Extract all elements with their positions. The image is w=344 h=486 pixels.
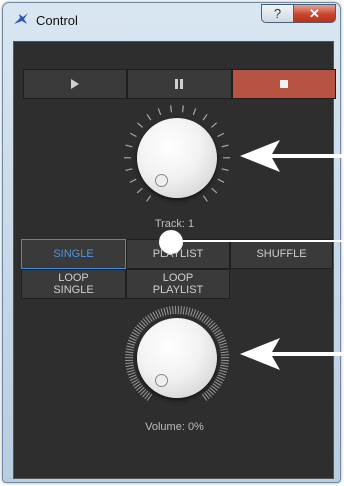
knob-tick [217,337,225,342]
knob-tick [220,354,229,356]
track-label: Track: 1 [154,218,195,230]
knob-tick [160,308,164,317]
knob-tick [126,367,135,370]
knob-tick [182,306,185,315]
knob-tick [211,187,218,194]
knob-tick [221,144,229,148]
knob-tick [157,309,162,318]
knob-tick [187,307,191,316]
knob-tick [220,364,229,367]
window-title: Control [36,13,78,28]
mode-loop-playlist-button[interactable]: LOOP PLAYLIST [126,269,230,299]
track-knob[interactable] [117,98,237,218]
knob-tick [192,108,197,116]
title-bar[interactable]: Control ? ✕ [3,3,340,35]
knob-tick [217,374,226,379]
knob-tick [210,122,217,128]
play-button[interactable] [23,69,128,99]
knob-tick [127,342,135,346]
knob-tick [157,108,162,116]
knob-tick [137,122,144,128]
knob-tick [127,339,136,344]
knob-tick [181,105,184,113]
knob-tick [125,168,133,172]
knob-tick [217,178,225,183]
knob-tick [155,310,160,319]
control-window: Control ? ✕ Track: 1 SINGLE PLAYLIST SHU… [0,0,344,486]
knob-tick [202,113,208,121]
pause-icon [175,79,184,89]
track-knob-arrow [240,140,344,172]
knob-tick [125,348,134,351]
knob-tick [185,306,188,315]
knob-tick [125,364,134,367]
knob-tick [129,132,137,138]
knob-indicator [155,174,168,187]
knob-tick [218,371,227,376]
knob-tick [220,351,229,354]
track-knob-face[interactable] [137,118,217,198]
app-icon [14,13,28,24]
knob-tick [217,132,225,138]
knob-tick [192,309,197,318]
knob-tick [126,369,135,373]
knob-tick [166,306,169,315]
knob-tick [127,371,136,376]
volume-knob-face[interactable] [137,318,217,398]
mode-pointer-line [172,240,344,242]
knob-tick [136,187,143,194]
knob-tick [169,306,172,315]
knob-tick [146,195,152,202]
knob-tick [218,339,227,344]
knob-tick [146,113,152,121]
volume-knob-arrow [240,338,344,370]
mode-loop-single-button[interactable]: LOOP SINGLE [21,269,126,299]
knob-tick [220,348,229,351]
knob-tick [126,345,135,349]
mode-single-button[interactable]: SINGLE [21,239,126,269]
control-panel: Track: 1 SINGLE PLAYLIST SHUFFLE LOOP SI… [13,41,336,479]
knob-tick [190,308,194,317]
knob-tick [194,310,199,319]
volume-knob[interactable] [117,298,237,418]
help-button[interactable]: ? [261,4,294,23]
knob-tick [125,144,133,148]
knob-tick [219,367,228,370]
knob-tick [221,168,229,172]
knob-tick [125,354,134,356]
mode-pointer-marker [159,230,183,254]
knob-tick [172,306,174,315]
knob-tick [129,337,137,342]
knob-tick [219,345,228,349]
mode-shuffle-button[interactable]: SHUFFLE [230,239,333,269]
knob-indicator [155,374,168,387]
knob-tick [128,374,137,379]
knob-tick [125,351,134,354]
knob-tick [129,178,137,183]
knob-tick [125,362,134,365]
knob-tick [180,306,182,315]
transport-bar [23,69,336,99]
stop-icon [279,80,288,88]
play-icon [71,79,80,89]
volume-label: Volume: 0% [145,421,204,433]
knob-tick [170,105,173,113]
knob-tick [219,342,227,346]
close-button[interactable]: ✕ [293,4,336,23]
knob-tick [219,369,228,373]
knob-tick [202,195,208,202]
knob-tick [163,307,167,316]
stop-button[interactable] [231,69,336,99]
knob-tick [220,362,229,365]
pause-button[interactable] [127,69,232,99]
